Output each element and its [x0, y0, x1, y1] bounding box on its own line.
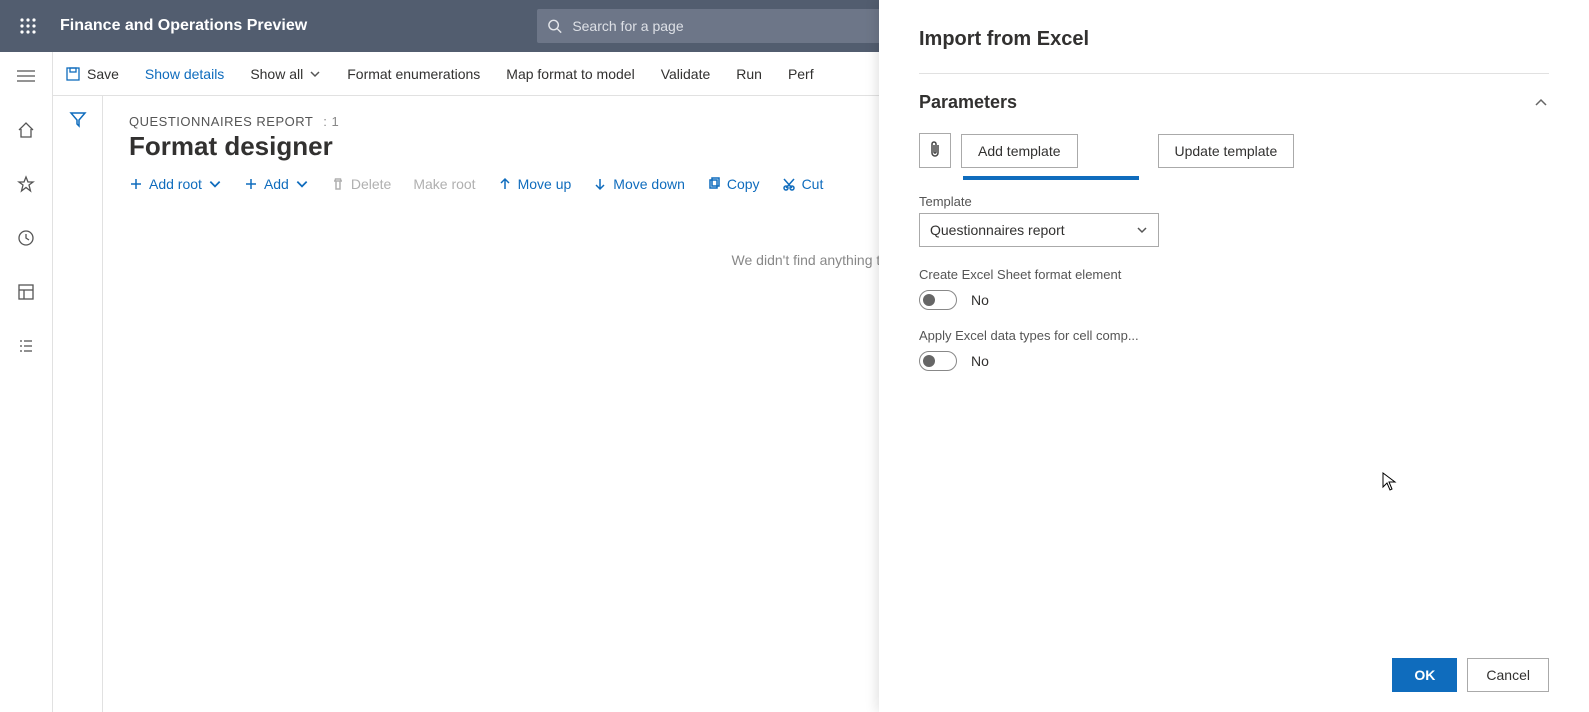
- show-details-link[interactable]: Show details: [145, 66, 224, 82]
- recent-icon[interactable]: [6, 222, 46, 254]
- ok-button[interactable]: OK: [1392, 658, 1457, 692]
- filter-column: [53, 96, 103, 712]
- plus-icon: [129, 177, 143, 191]
- add-label: Add: [264, 176, 289, 192]
- add-button[interactable]: Add: [244, 176, 309, 192]
- chevron-down-icon: [309, 68, 321, 80]
- create-sheet-value: No: [971, 292, 989, 308]
- apply-types-label: Apply Excel data types for cell comp...: [919, 328, 1549, 343]
- plus-icon: [244, 177, 258, 191]
- apply-types-row: No: [919, 351, 1549, 371]
- template-buttons-row: Add template Update template: [919, 133, 1549, 168]
- chevron-down-icon: [1136, 224, 1148, 236]
- make-root-button: Make root: [413, 176, 475, 192]
- parameters-title: Parameters: [919, 92, 1017, 113]
- apply-types-value: No: [971, 353, 989, 369]
- panel-footer: OK Cancel: [919, 646, 1549, 692]
- search-icon: [547, 18, 562, 34]
- cut-label: Cut: [802, 176, 824, 192]
- save-icon: [65, 66, 81, 82]
- delete-label: Delete: [351, 176, 391, 192]
- attach-button[interactable]: [919, 133, 951, 168]
- cut-button[interactable]: Cut: [782, 176, 824, 192]
- copy-button[interactable]: Copy: [707, 176, 760, 192]
- modules-icon[interactable]: [6, 330, 46, 362]
- create-sheet-toggle[interactable]: [919, 290, 957, 310]
- save-button[interactable]: Save: [65, 66, 119, 82]
- map-format-button[interactable]: Map format to model: [506, 66, 634, 82]
- chevron-down-icon: [208, 177, 222, 191]
- template-select[interactable]: Questionnaires report: [919, 213, 1159, 247]
- cancel-button[interactable]: Cancel: [1467, 658, 1549, 692]
- workspaces-icon[interactable]: [6, 276, 46, 308]
- move-up-label: Move up: [518, 176, 572, 192]
- copy-icon: [707, 177, 721, 191]
- update-template-button[interactable]: Update template: [1158, 134, 1295, 168]
- delete-button: Delete: [331, 176, 391, 192]
- validate-button[interactable]: Validate: [661, 66, 711, 82]
- app-title: Finance and Operations Preview: [60, 17, 307, 35]
- highlight-bar: [963, 176, 1139, 180]
- breadcrumb-index: : 1: [323, 114, 339, 129]
- hamburger-icon[interactable]: [6, 60, 46, 92]
- import-excel-panel: Import from Excel Parameters Add templat…: [879, 0, 1589, 712]
- add-root-button[interactable]: Add root: [129, 176, 222, 192]
- arrow-up-icon: [498, 177, 512, 191]
- parameters-header: Parameters: [919, 92, 1549, 113]
- cut-icon: [782, 177, 796, 191]
- perf-button[interactable]: Perf: [788, 66, 814, 82]
- template-field-label: Template: [919, 194, 1549, 209]
- left-nav-rail: [0, 52, 53, 712]
- add-root-label: Add root: [149, 176, 202, 192]
- divider: [919, 73, 1549, 74]
- move-down-label: Move down: [613, 176, 685, 192]
- filter-icon[interactable]: [69, 110, 87, 128]
- apply-types-toggle[interactable]: [919, 351, 957, 371]
- create-sheet-label: Create Excel Sheet format element: [919, 267, 1549, 282]
- home-icon[interactable]: [6, 114, 46, 146]
- show-all-label: Show all: [250, 66, 303, 82]
- save-label: Save: [87, 66, 119, 82]
- favorites-icon[interactable]: [6, 168, 46, 200]
- format-enumerations-button[interactable]: Format enumerations: [347, 66, 480, 82]
- chevron-up-icon[interactable]: [1533, 95, 1549, 111]
- move-down-button[interactable]: Move down: [593, 176, 685, 192]
- copy-label: Copy: [727, 176, 760, 192]
- app-launcher-icon[interactable]: [8, 0, 48, 52]
- trash-icon: [331, 177, 345, 191]
- run-button[interactable]: Run: [736, 66, 762, 82]
- breadcrumb-label: QUESTIONNAIRES REPORT: [129, 114, 313, 129]
- template-value: Questionnaires report: [930, 222, 1065, 238]
- arrow-down-icon: [593, 177, 607, 191]
- create-sheet-row: No: [919, 290, 1549, 310]
- move-up-button[interactable]: Move up: [498, 176, 572, 192]
- panel-title: Import from Excel: [919, 28, 1549, 51]
- chevron-down-icon: [295, 177, 309, 191]
- paperclip-icon: [928, 140, 942, 158]
- add-template-button[interactable]: Add template: [961, 134, 1078, 168]
- show-all-dropdown[interactable]: Show all: [250, 66, 321, 82]
